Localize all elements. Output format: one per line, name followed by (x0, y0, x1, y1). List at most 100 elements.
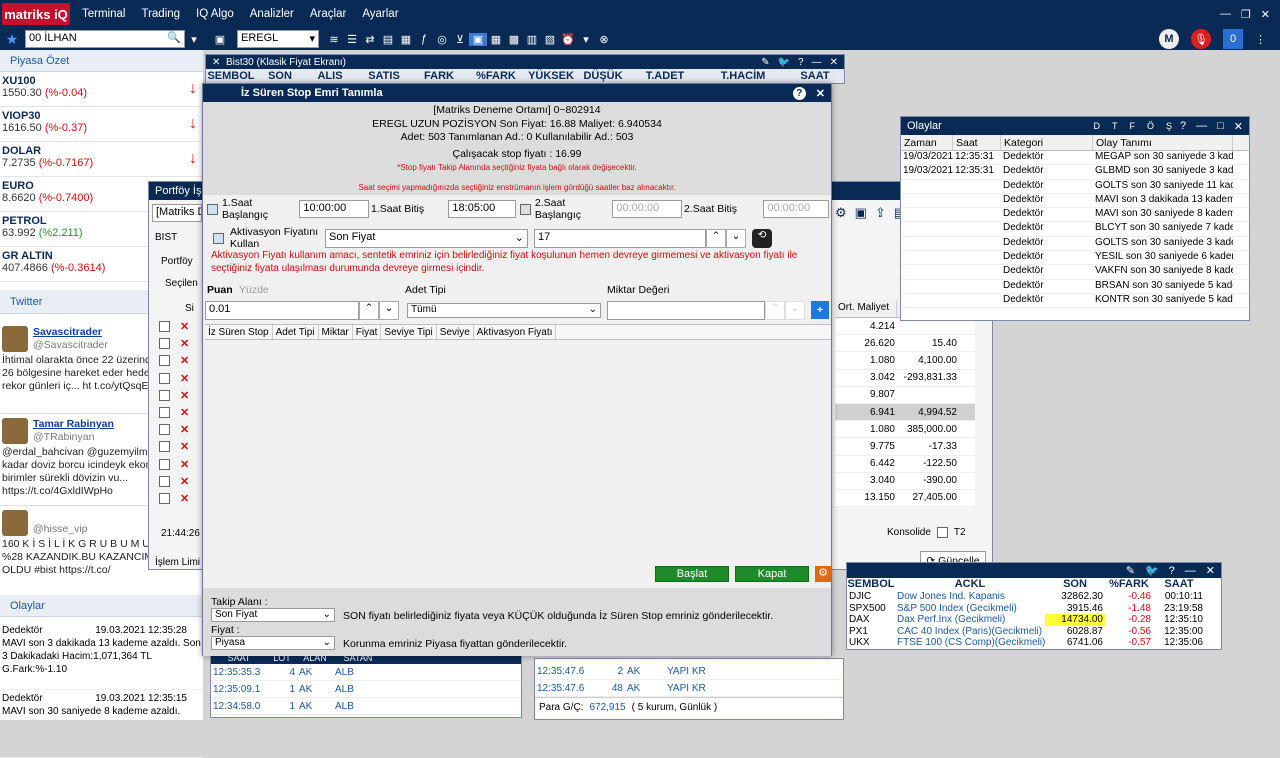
filter-letter[interactable]: T (1112, 121, 1118, 131)
delete-icon[interactable]: ✕ (180, 458, 189, 471)
row-checkbox[interactable] (159, 321, 170, 333)
column-header[interactable]: Miktar (319, 325, 353, 339)
list-icon[interactable]: ☰ (343, 33, 361, 46)
close-icon[interactable]: ✕ (830, 57, 838, 68)
column-header[interactable]: SATIS (356, 70, 412, 82)
user-badge-icon[interactable]: M (1159, 29, 1179, 49)
table-row[interactable]: 6.442 -122.50 (835, 456, 975, 473)
more-options-icon[interactable]: ⋮ (1255, 33, 1266, 46)
maximize-icon[interactable]: □ (1217, 120, 1224, 133)
delete-icon[interactable]: ✕ (180, 440, 189, 453)
twitter-icon[interactable]: 🐦 (1145, 564, 1159, 577)
column-header[interactable]: T.HACİM (700, 70, 786, 82)
dropdown-icon[interactable]: ▾ (185, 33, 203, 46)
briefcase-icon[interactable]: ▩ (505, 33, 523, 46)
table-row[interactable]: ✕ (159, 421, 201, 438)
column-header[interactable]: Kategori (1001, 135, 1093, 150)
column-header[interactable]: SAAT (786, 70, 844, 82)
row-checkbox[interactable] (159, 424, 170, 436)
market-item[interactable]: DOLAR 7.2735 (%-0.7167) ↓ (0, 142, 203, 177)
delete-icon[interactable]: ✕ (180, 423, 189, 436)
column-header[interactable]: SON (1045, 578, 1105, 591)
cancel-icon[interactable]: ⊗ (595, 33, 613, 46)
column-header[interactable]: YÜKSEK (526, 70, 576, 82)
menu-item[interactable]: IQ Algo (188, 8, 242, 20)
table-row[interactable]: PX1 CAC 40 Index (Paris)(Gecikmeli) 6028.8… (847, 626, 1221, 638)
formula-icon[interactable]: ƒ (415, 33, 433, 45)
table-row[interactable]: 3.042 -293,831.33 (835, 370, 975, 387)
table-row[interactable]: ✕ (159, 490, 201, 507)
table-row[interactable]: 1.080 4,100.00 (835, 352, 975, 370)
help-icon[interactable]: ? (798, 57, 804, 68)
table-row[interactable]: Dedektör KONTR son 30 saniyede 5 kademe (901, 294, 1249, 309)
table-row[interactable]: 13.150 27,405.00 (835, 490, 975, 508)
microphone-icon[interactable]: 🎙 (1191, 29, 1211, 49)
eye-icon[interactable]: ◎ (433, 33, 451, 46)
table-row[interactable]: Dedektör MAVI son 30 saniyede 8 kademe a (901, 208, 1249, 223)
column-header[interactable]: Zaman (901, 135, 953, 150)
row-checkbox[interactable] (159, 372, 170, 384)
activation-type-select[interactable]: Son Fiyat ⌄ (325, 228, 528, 248)
event-item[interactable]: Dedektör 19.03.2021 12:35:15 MAVI son 30 s… (0, 690, 203, 758)
delete-icon[interactable]: ✕ (180, 389, 189, 402)
end2-input[interactable]: 00:00:00 (763, 200, 829, 218)
minimize-icon[interactable]: — (1220, 8, 1231, 20)
twitter-icon[interactable]: 🐦 (778, 57, 790, 68)
decrement-button[interactable]: ⌄ (726, 228, 746, 248)
column-header[interactable]: ALIS (304, 70, 356, 82)
table-row[interactable]: 12:34:58.0 1 AK ALB (211, 698, 521, 715)
symbol-select[interactable]: EREGL ▾ (237, 30, 319, 48)
close-icon[interactable]: ✕ (816, 87, 825, 100)
tweet-user[interactable]: Savascitrader (33, 326, 102, 338)
column-header[interactable]: SAAT (1153, 578, 1205, 591)
column-header[interactable]: Seviye (437, 325, 474, 339)
column-header[interactable]: Aktivasyon Fiyatı (474, 325, 557, 339)
activation-checkbox[interactable] (213, 232, 224, 244)
consolidated-tab[interactable]: Konsolide (887, 527, 931, 538)
table-row[interactable]: ✕ (159, 438, 201, 455)
row-checkbox[interactable] (159, 458, 170, 470)
close-button[interactable]: Kapat (735, 566, 809, 582)
news-icon[interactable]: ▥ (523, 33, 541, 46)
portfolio-env-select[interactable]: [Matriks De (152, 204, 202, 222)
table-row[interactable]: ✕ (159, 456, 201, 473)
selected-filter[interactable]: Seçilen (165, 278, 198, 289)
filter-letter[interactable]: F (1129, 121, 1135, 131)
start1-checkbox[interactable] (207, 203, 218, 215)
table-row[interactable]: ✕ (159, 352, 201, 369)
column-header[interactable]: SON (256, 70, 304, 82)
takip-select[interactable]: Son Fiyat ⌄ (211, 608, 335, 622)
table-row[interactable]: 6.941 4,994.52 (835, 403, 975, 422)
puan-label[interactable]: Puan (207, 284, 233, 296)
start2-checkbox[interactable] (519, 203, 531, 215)
row-checkbox[interactable] (159, 475, 170, 487)
end1-input[interactable]: 18:05:00 (448, 200, 516, 218)
delete-icon[interactable]: ✕ (180, 372, 189, 385)
miktar-input[interactable] (607, 300, 765, 320)
table-row[interactable]: 26.620 15.40 (835, 335, 975, 353)
account-input[interactable]: 00 İLHAN 🔍 (25, 30, 185, 48)
row-checkbox[interactable] (159, 355, 170, 367)
table-row[interactable]: Dedektör GOLTS son 30 saniyede 11 kademe (901, 180, 1249, 194)
table-row[interactable]: UKX FTSE 100 (CS Comp)(Gecikmeli) 6741.06 -… (847, 637, 1221, 649)
filter-letter[interactable]: D (1093, 121, 1100, 131)
settings-icon[interactable]: ⚙ (835, 205, 847, 221)
minimize-icon[interactable]: — (812, 57, 822, 68)
delete-icon[interactable]: ✕ (180, 492, 189, 505)
row-checkbox[interactable] (159, 441, 170, 453)
grid-icon[interactable]: ▦ (487, 33, 505, 46)
market-summary-header[interactable]: Piyasa Özet (0, 50, 203, 72)
table-row[interactable]: 9.807 (835, 387, 975, 404)
column-header[interactable]: Ort. Maliyet (835, 300, 897, 317)
table-row[interactable]: 12:35:47.6 2 AK YAPI KR (535, 663, 843, 680)
column-header[interactable]: Fiyat (353, 325, 382, 339)
table-row[interactable]: 1.080 385,000.00 (835, 421, 975, 439)
screen-icon[interactable]: ▣ (469, 32, 487, 46)
table-row[interactable]: Dedektör GOLTS son 30 saniyede 3 kademe (901, 237, 1249, 252)
delete-icon[interactable]: ✕ (180, 406, 189, 419)
filter-letter[interactable]: Ş (1166, 121, 1172, 131)
column-header[interactable]: ACKL (895, 578, 1045, 591)
column-header[interactable]: %FARK (1105, 578, 1153, 591)
table-row[interactable]: ✕ (159, 335, 201, 352)
puan-up-button[interactable]: ⌃ (359, 300, 379, 320)
